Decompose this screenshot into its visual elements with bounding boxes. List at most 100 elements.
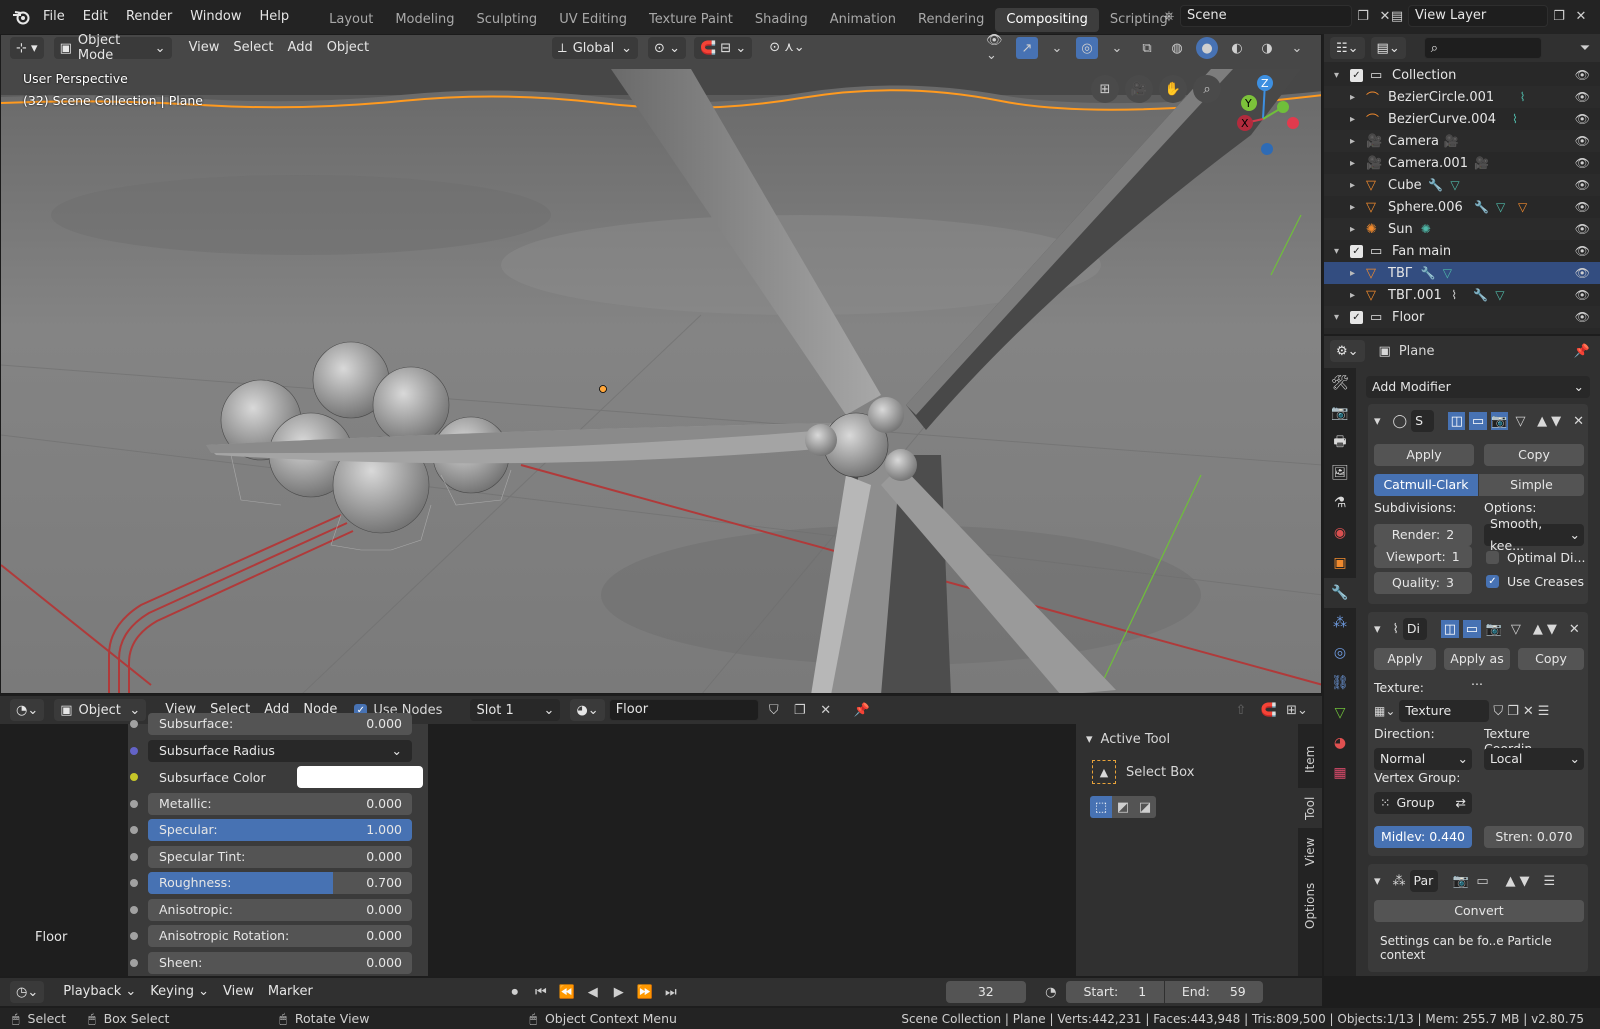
data-link-icon[interactable]: 🎥 [1444,134,1459,148]
vertex-group-field[interactable]: ⁙ Group ⇄ [1374,792,1472,814]
slot-dropdown[interactable]: Slot 1 ⌄ [470,699,561,721]
subsurface-radius-dropdown[interactable]: Subsurface Radius ⌄ [148,739,412,762]
display-mode-dropdown[interactable]: ▤⌄ [1370,37,1406,59]
node-value-slider[interactable]: Metallic: 0.000 [148,792,412,815]
play-reverse-icon[interactable]: ◀ [582,981,604,1003]
subsurf-name-field[interactable]: S [1411,410,1435,432]
new-view-layer-icon[interactable]: ❐ [1548,5,1570,27]
collapse-arrow-icon[interactable]: ▾ [1374,622,1381,637]
tool-tab-icon[interactable]: 🛠 [1324,368,1356,398]
preview-range-icon[interactable]: ◔ [1040,981,1062,1003]
material-shading-icon[interactable]: ◐ [1226,37,1248,59]
next-keyframe-icon[interactable]: ⏩ [634,981,656,1003]
collapse-arrow-icon[interactable]: ▾ [1334,246,1339,257]
use-creases-checkbox[interactable]: ✓ Use Creases [1486,574,1584,589]
node-value-slider[interactable]: Anisotropic: 0.000 [148,898,412,921]
jump-end-icon[interactable]: ⏭ [660,981,682,1003]
data-link-icon[interactable]: ⌇ [1520,90,1526,104]
texture-settings-icon[interactable]: ☰ [1538,704,1550,719]
apply-button[interactable]: Apply [1374,648,1436,670]
collapse-arrow-icon[interactable]: ▾ [1334,70,1339,81]
jump-start-icon[interactable]: ⏮ [530,981,552,1003]
visibility-eye-icon[interactable]: 👁 [1575,68,1590,82]
menu-render[interactable]: Render [117,0,181,34]
tab-view[interactable]: View [1298,832,1322,872]
proportional-edit-icon[interactable]: ⊙ ⋏⌄ [762,37,811,59]
input-socket-icon[interactable] [130,852,138,861]
timeline-menu-marker[interactable]: Marker [261,981,320,1003]
scene-selector[interactable]: ⎈ Scene ❐ ✕ [1158,5,1396,27]
pan-hand-icon[interactable]: ✋ [1159,75,1187,103]
visibility-eye-icon[interactable]: 👁 [1575,178,1590,192]
particle-name-field[interactable]: Par [1409,870,1438,892]
data-link-icon[interactable]: ⌇ [1512,112,1518,126]
collapse-arrow-icon[interactable]: ▾ [1374,414,1381,429]
move-down-icon[interactable]: ▼ [1547,622,1557,637]
pivot-dropdown[interactable]: ⊙ ⌄ [648,37,686,59]
data-link-icon[interactable]: 🔧 [1428,178,1443,192]
tab-sculpting[interactable]: Sculpting [465,8,548,32]
active-tool-row[interactable]: ▲ Select Box [1092,760,1194,784]
move-up-icon[interactable]: ▲ [1533,622,1543,637]
fake-user-icon[interactable]: ⛉ [1493,704,1503,719]
data-link-icon[interactable]: ▽ [1443,266,1452,280]
new-scene-icon[interactable]: ❐ [1352,5,1374,27]
properties-editor-type[interactable]: ⚙⌄ [1330,340,1365,362]
visibility-eye-icon[interactable]: 👁 [1575,244,1590,258]
visibility-eye-icon[interactable]: 👁 [1575,200,1590,214]
blender-logo-icon[interactable] [8,6,34,28]
viewport-menu-object[interactable]: Object [320,37,376,59]
node-value-slider[interactable]: Sheen: 0.000 [148,951,412,974]
scene-tab-icon[interactable]: ⚗ [1324,488,1356,518]
show-render-icon[interactable]: 📷 [1490,412,1508,430]
output-tab-icon[interactable]: 🖶 [1324,428,1356,458]
checkbox-checked-icon[interactable]: ✓ [1350,68,1363,82]
visibility-eye-icon[interactable]: 👁 [1575,156,1590,170]
data-link-icon[interactable]: ▽ [1495,288,1504,302]
chevron-down-icon[interactable]: ⌄ [1106,37,1128,59]
apply-as-shape-button[interactable]: Apply as ... [1444,648,1510,688]
strength-field[interactable]: Stren: 0.070 [1484,826,1584,848]
menu-window[interactable]: Window [181,0,250,34]
outliner-row[interactable]: ▸ ▽ ТВГ.001 ⌇ 🔧 ▽ 👁 [1324,284,1600,306]
input-socket-icon[interactable] [130,746,138,755]
remove-modifier-icon[interactable]: ✕ [1569,622,1580,637]
apply-button[interactable]: Apply [1374,444,1474,466]
node-value-slider[interactable]: Specular: 1.000 [148,819,412,841]
object-tab-icon[interactable]: ▣ [1324,548,1356,578]
menu-edit[interactable]: Edit [74,0,117,34]
visibility-eye-icon[interactable]: 👁 [1575,310,1590,324]
timeline-editor-type[interactable]: ◷⌄ [10,981,45,1003]
input-socket-icon[interactable] [130,826,138,834]
data-link-icon[interactable]: 🔧 [1421,266,1436,280]
visibility-eye-icon[interactable]: 👁 [1575,222,1590,236]
pin-icon[interactable]: 📌 [1574,344,1590,359]
expand-arrow-icon[interactable]: ▸ [1350,268,1355,279]
texture-name-field[interactable]: Texture [1399,700,1490,722]
data-link-icon[interactable]: 🔧 [1474,200,1489,214]
material-browse-icon[interactable]: ◕⌄ [570,699,605,721]
visibility-icon[interactable]: 👁⌄ [986,33,1008,63]
texture-selector[interactable]: ▦⌄ Texture ⛉ ❐ ✕ ☰ [1374,700,1549,722]
wireframe-shading-icon[interactable]: ◍ [1166,37,1188,59]
displace-name-field[interactable]: Di [1402,618,1427,640]
data-link-icon[interactable]: ✺ [1421,222,1431,236]
tab-texture-paint[interactable]: Texture Paint [638,8,744,32]
outliner-row[interactable]: ▾ ✓ ▭ Collection 👁 [1324,64,1600,86]
outliner-search-input[interactable]: ⌕ [1423,37,1542,59]
outliner-row[interactable]: ▸ ▽ Sphere.006 🔧 ▽ ▽ 👁 [1324,196,1600,218]
remove-modifier-icon[interactable]: ✕ [1573,414,1584,429]
show-in-editmode-icon[interactable]: ◫ [1448,412,1466,430]
chevron-down-icon[interactable]: ⌄ [1046,37,1068,59]
chevron-down-icon[interactable]: ⌄ [1286,37,1308,59]
menu-help[interactable]: Help [251,0,299,34]
prev-keyframe-icon[interactable]: ⏪ [556,981,578,1003]
render-tab-icon[interactable]: 📷 [1324,398,1356,428]
subsurface-color-swatch[interactable] [297,766,423,788]
texture-coordinates-dropdown[interactable]: Local ⌄ [1484,748,1584,770]
data-link-icon[interactable]: ▽ [1518,200,1527,214]
duplicate-material-icon[interactable]: ❐ [789,699,811,721]
snap-element-icon[interactable]: ⊞⌄ [1286,699,1308,721]
show-in-editmode-icon[interactable]: ◫ [1440,620,1459,638]
solid-shading-icon[interactable]: ● [1196,37,1218,59]
